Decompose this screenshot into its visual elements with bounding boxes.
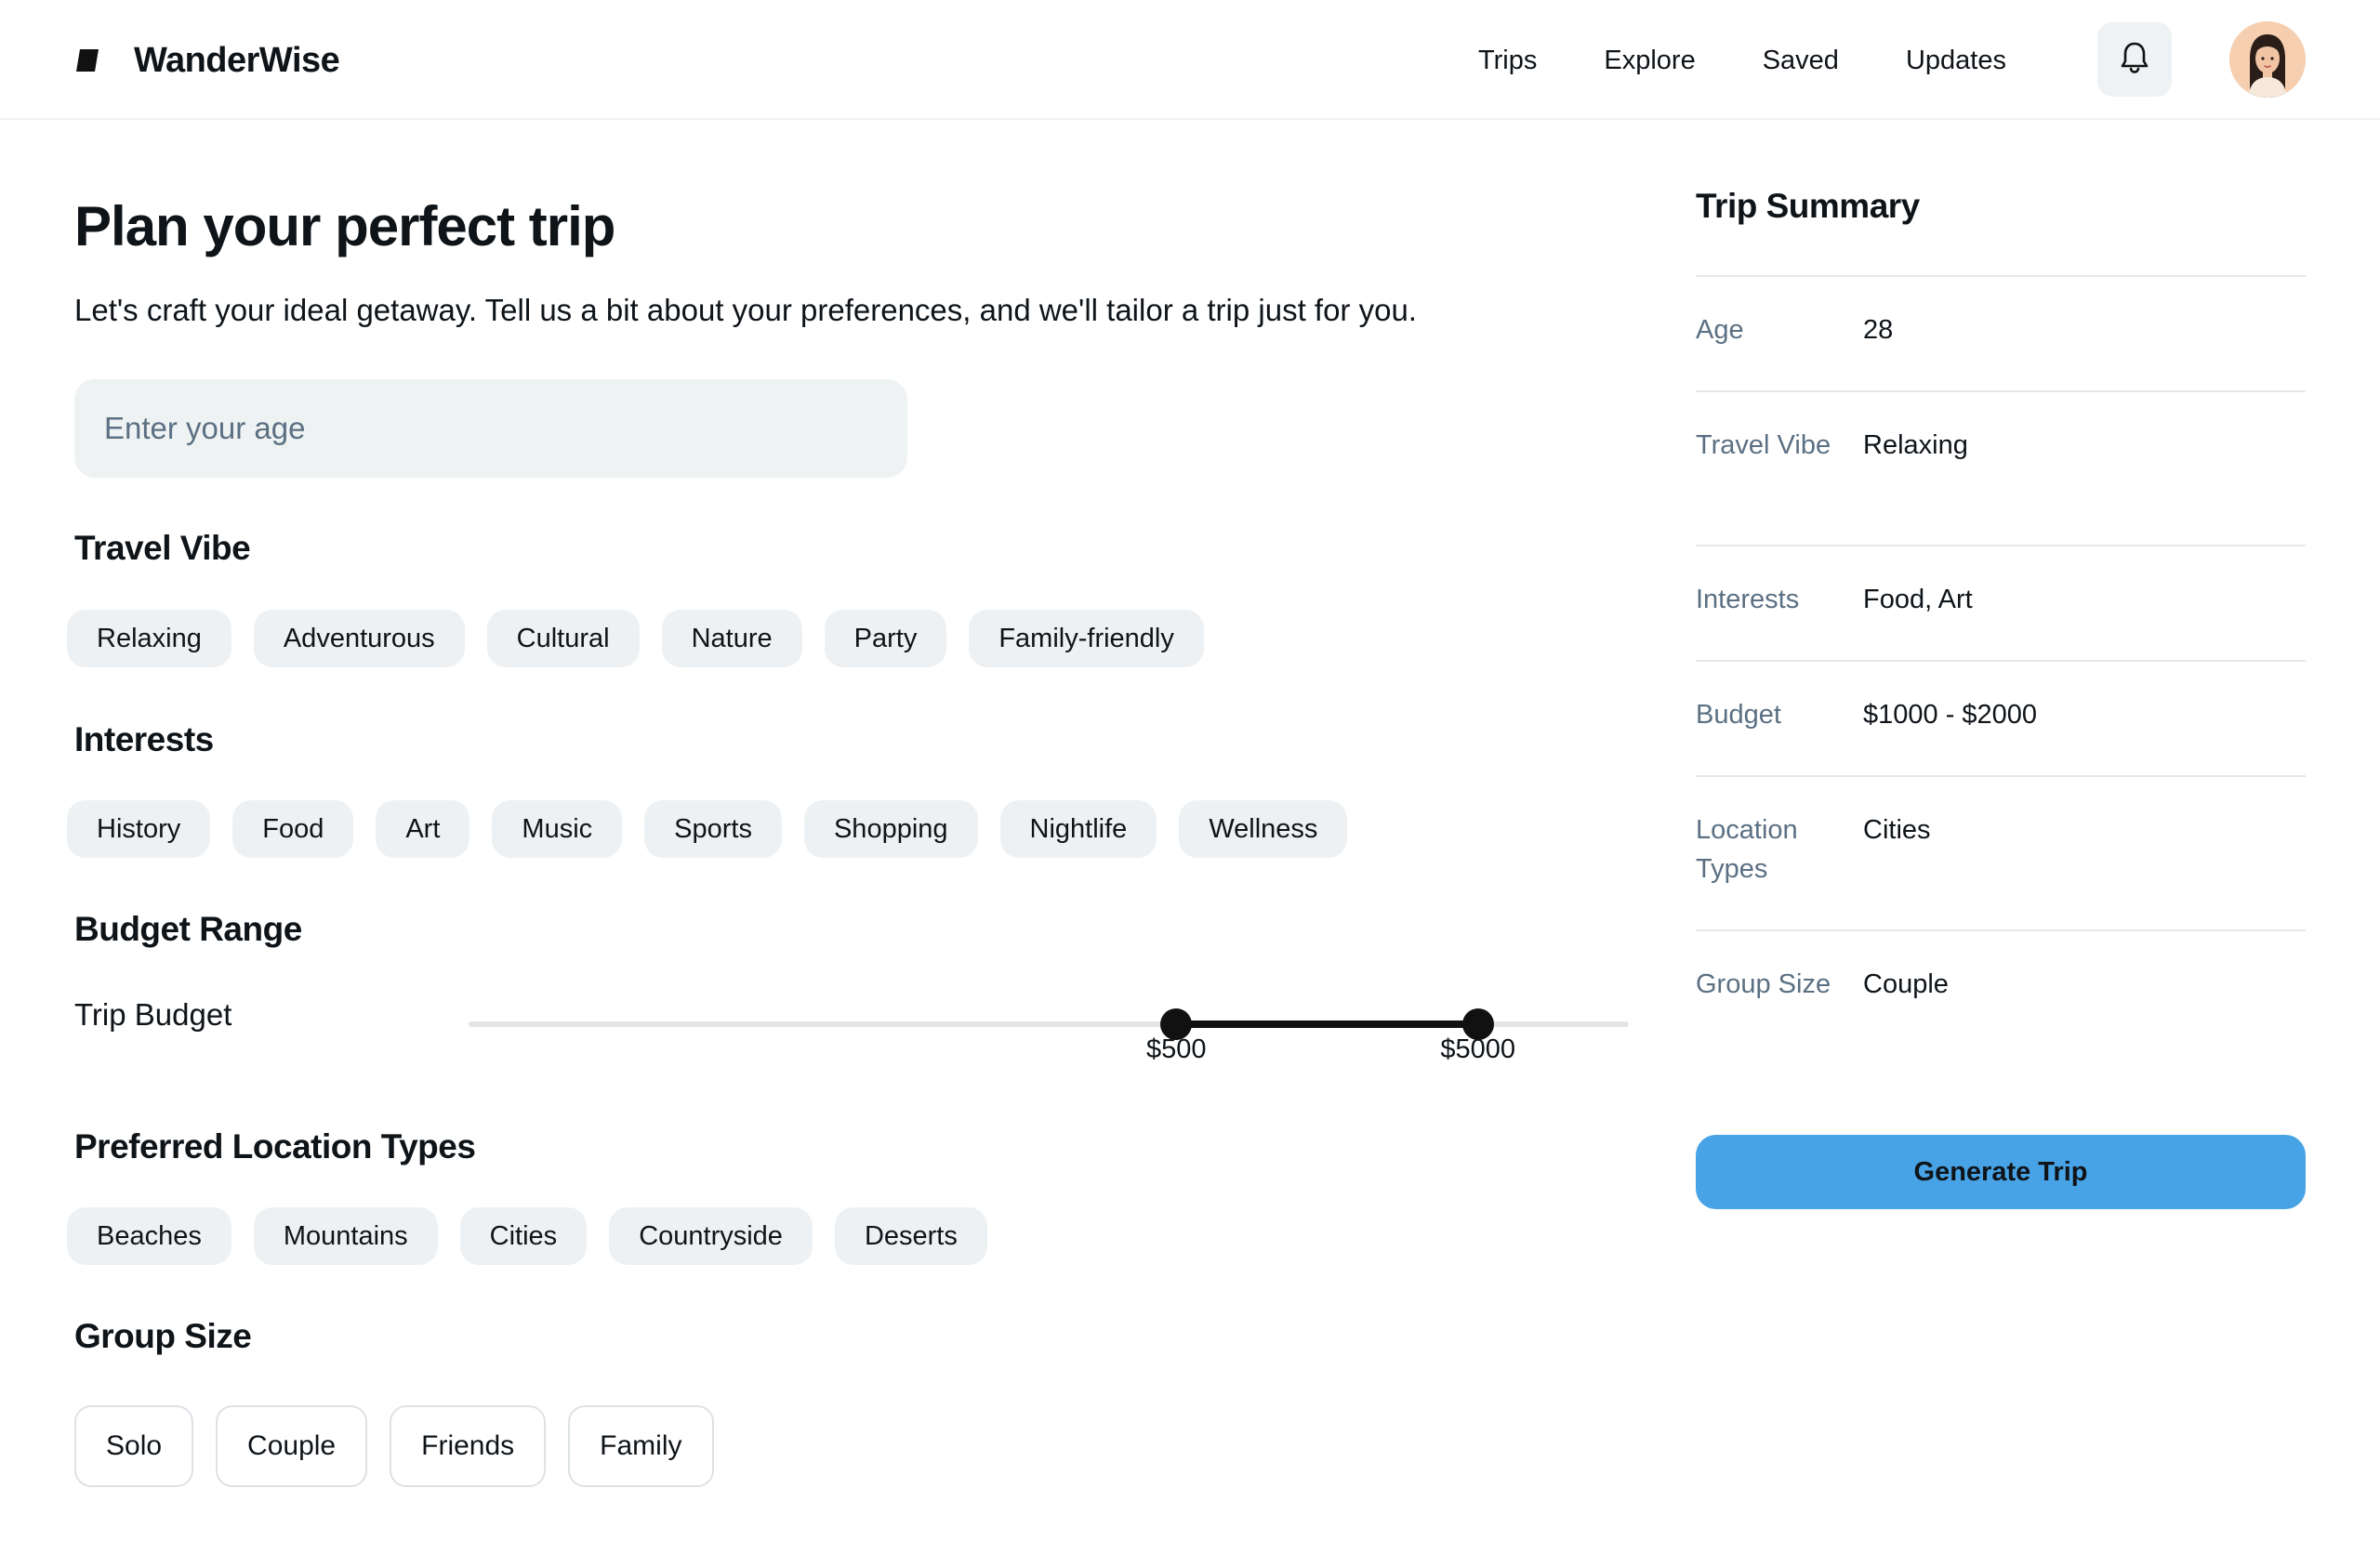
summary-key: Interests	[1696, 585, 1800, 614]
nav-trips[interactable]: Trips	[1478, 46, 1537, 76]
trip-budget-label: Trip Budget	[74, 997, 232, 1032]
interests-options: History Food Art Music Sports Shopping N…	[67, 800, 1348, 858]
vibe-chip-cultural[interactable]: Cultural	[486, 610, 640, 667]
group-size-options: Solo Couple Friends Family	[74, 1405, 714, 1487]
summary-value: $1000 - $2000	[1863, 700, 2038, 730]
location-chip-deserts[interactable]: Deserts	[834, 1207, 987, 1265]
interest-chip-art[interactable]: Art	[376, 800, 470, 858]
avatar-portrait-icon	[2229, 21, 2306, 98]
interest-chip-sports[interactable]: Sports	[644, 800, 782, 858]
summary-title: Trip Summary	[1696, 187, 1920, 225]
nav-saved[interactable]: Saved	[1763, 46, 1839, 76]
interest-chip-history[interactable]: History	[67, 800, 211, 858]
interest-chip-music[interactable]: Music	[492, 800, 623, 858]
summary-key: Age	[1696, 315, 1744, 345]
location-chip-countryside[interactable]: Countryside	[609, 1207, 813, 1265]
summary-value: Relaxing	[1863, 430, 1968, 460]
page-subtitle: Let's craft your ideal getaway. Tell us …	[74, 293, 1417, 327]
summary-key: Group Size	[1696, 969, 1831, 999]
summary-value: 28	[1863, 315, 1894, 345]
location-chip-cities[interactable]: Cities	[459, 1207, 588, 1265]
top-bar: WanderWise Trips Explore Saved Updates	[0, 0, 2380, 120]
brand[interactable]: WanderWise	[74, 37, 340, 84]
vibe-chip-nature[interactable]: Nature	[661, 610, 802, 667]
interest-chip-wellness[interactable]: Wellness	[1179, 800, 1348, 858]
location-types-title: Preferred Location Types	[74, 1127, 476, 1166]
notifications-button[interactable]	[2097, 22, 2172, 97]
group-option-family[interactable]: Family	[568, 1405, 714, 1487]
group-size-title: Group Size	[74, 1317, 252, 1355]
brand-logo-icon	[74, 46, 102, 74]
nav-explore[interactable]: Explore	[1604, 46, 1695, 76]
summary-value: Cities	[1863, 815, 1931, 845]
travel-vibe-title: Travel Vibe	[74, 529, 251, 567]
group-option-friends[interactable]: Friends	[390, 1405, 547, 1487]
interest-chip-food[interactable]: Food	[232, 800, 354, 858]
avatar[interactable]	[2229, 21, 2306, 98]
interest-chip-shopping[interactable]: Shopping	[803, 800, 978, 858]
slider-selected-range	[1176, 1021, 1478, 1028]
summary-key: Budget	[1696, 700, 1781, 730]
summary-row-travel-vibe: Travel Vibe Relaxing	[1696, 392, 2306, 547]
brand-name: WanderWise	[134, 40, 340, 80]
interest-chip-nightlife[interactable]: Nightlife	[999, 800, 1157, 858]
group-option-couple[interactable]: Couple	[216, 1405, 368, 1487]
bell-icon	[2119, 41, 2150, 79]
travel-vibe-options: Relaxing Adventurous Cultural Nature Par…	[67, 610, 1204, 667]
page-title: Plan your perfect trip	[74, 195, 615, 257]
vibe-chip-party[interactable]: Party	[824, 610, 947, 667]
summary-key: Location Types	[1696, 815, 1798, 884]
nav-updates[interactable]: Updates	[1906, 46, 2006, 76]
main-nav: Trips Explore Saved Updates	[1478, 37, 2073, 84]
budget-max-value: $5000	[1440, 1034, 1516, 1064]
location-types-options: Beaches Mountains Cities Countryside Des…	[67, 1207, 987, 1265]
interests-title: Interests	[74, 720, 214, 758]
vibe-chip-family-friendly[interactable]: Family-friendly	[969, 610, 1204, 667]
summary-key: Travel Vibe	[1696, 430, 1831, 460]
summary-table: Age 28 Travel Vibe Relaxing Interests Fo…	[1696, 275, 2306, 1086]
location-chip-beaches[interactable]: Beaches	[67, 1207, 231, 1265]
summary-row-interests: Interests Food, Art	[1696, 547, 2306, 662]
vibe-chip-adventurous[interactable]: Adventurous	[253, 610, 465, 667]
generate-trip-button[interactable]: Generate Trip	[1696, 1135, 2306, 1209]
summary-value: Couple	[1863, 969, 1949, 999]
summary-row-group-size: Group Size Couple	[1696, 931, 2306, 1086]
summary-row-budget: Budget $1000 - $2000	[1696, 662, 2306, 777]
group-option-solo[interactable]: Solo	[74, 1405, 194, 1487]
summary-value: Food, Art	[1863, 585, 1973, 614]
budget-range-title: Budget Range	[74, 910, 302, 948]
budget-min-value: $500	[1146, 1034, 1207, 1064]
vibe-chip-relaxing[interactable]: Relaxing	[67, 610, 231, 667]
summary-row-location-types: Location Types Cities	[1696, 777, 2306, 931]
age-input[interactable]	[74, 379, 907, 478]
location-chip-mountains[interactable]: Mountains	[253, 1207, 438, 1265]
summary-row-age: Age 28	[1696, 277, 2306, 392]
